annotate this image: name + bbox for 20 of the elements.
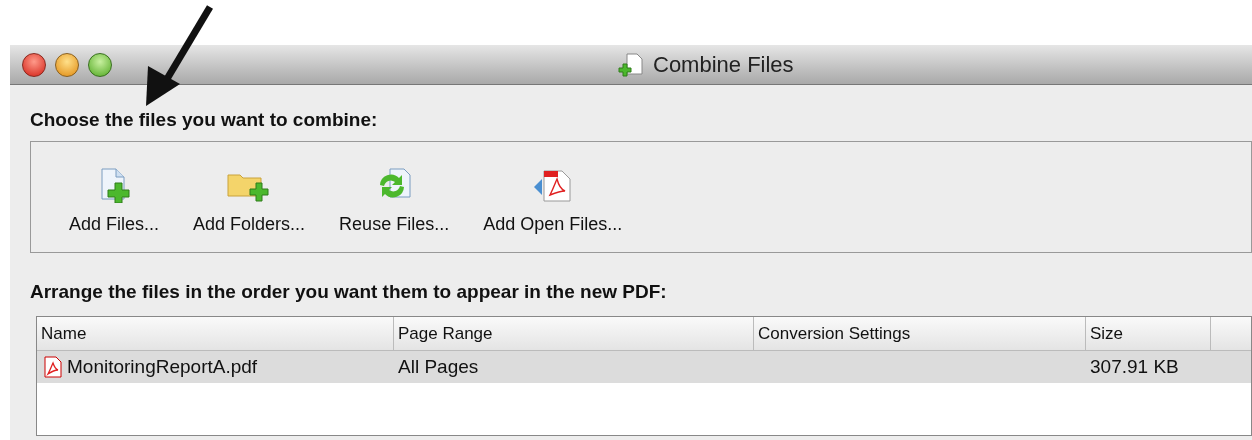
section-label: Arrange the files in the order you want them to appear in the new PDF: [30, 281, 668, 303]
column-header[interactable]: Name [37, 317, 394, 350]
table-cell: 307.91 KB [1090, 355, 1179, 377]
zoom-button[interactable] [88, 52, 112, 77]
table-cell: All Pages [398, 355, 479, 377]
section-label: Choose the files you want to combine: [30, 109, 379, 131]
toolbar-button[interactable]: Add Files... [69, 167, 160, 238]
minimize-button[interactable] [55, 52, 79, 77]
document-plus-icon [617, 51, 645, 78]
close-button[interactable] [22, 52, 46, 77]
table-cell-text: MonitoringReportA.pdf [67, 354, 258, 379]
column-header[interactable]: Conversion Settings [754, 317, 1086, 350]
column-header[interactable]: Page Range [394, 317, 754, 350]
file-row[interactable]: MonitoringReportA.pdf All Pages 307.91 KB [37, 351, 1251, 383]
pdf-file-icon [43, 356, 63, 378]
toolbar-button[interactable]: Reuse Files... [339, 167, 450, 238]
toolbar-button[interactable]: Add Open Files... [483, 167, 623, 238]
column-header[interactable]: Size [1086, 317, 1211, 350]
toolbar-button[interactable]: Add Folders... [193, 167, 306, 238]
window-title: Combine Files [653, 51, 794, 79]
